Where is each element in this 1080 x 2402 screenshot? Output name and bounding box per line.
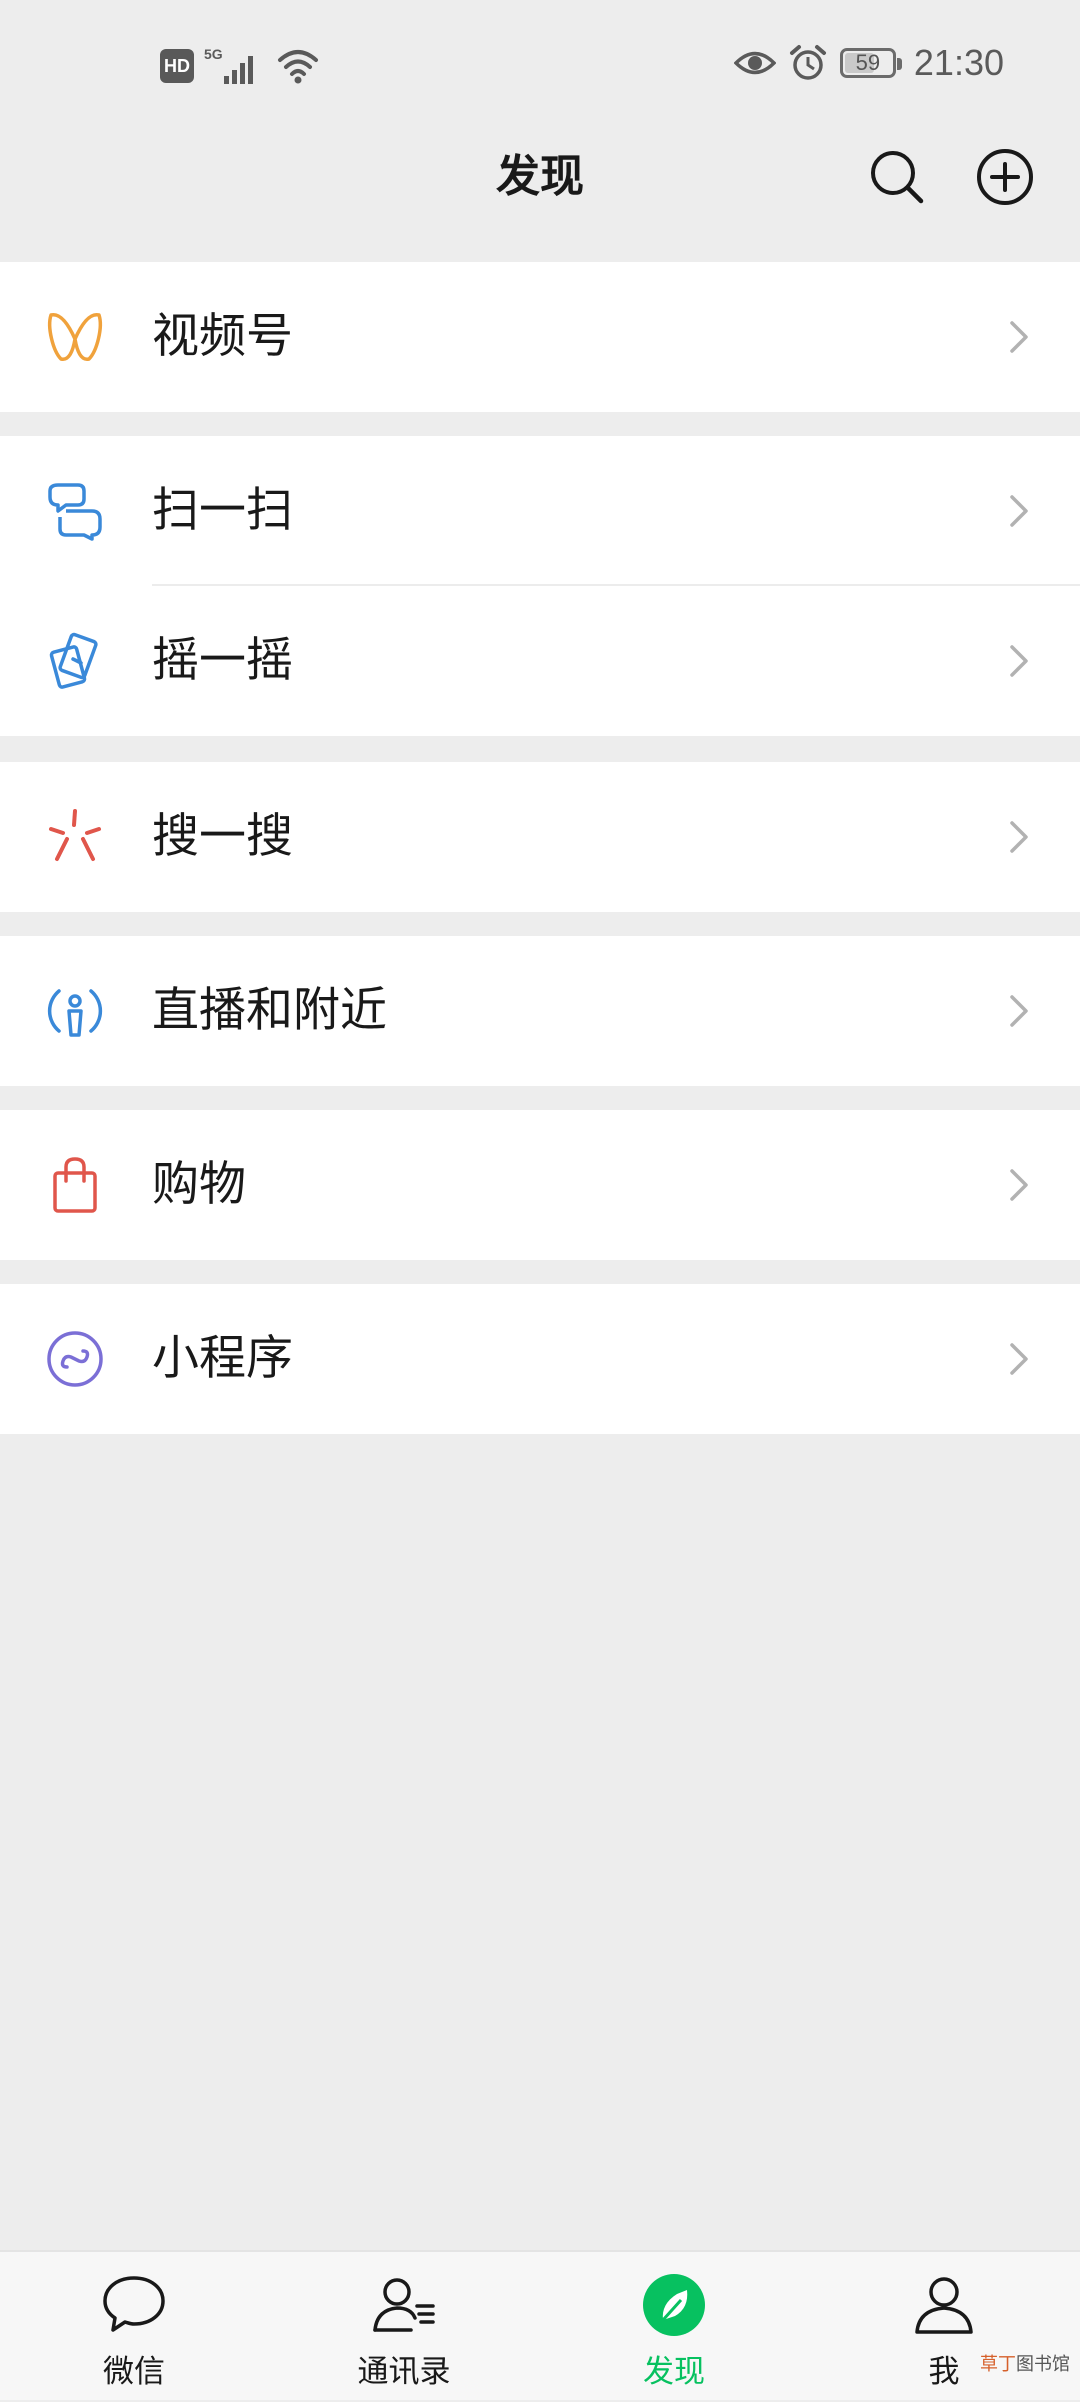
- tab-me[interactable]: 我: [844, 2252, 1044, 2402]
- menu-item-label: 视频号: [152, 309, 293, 364]
- menu-item-channels[interactable]: 视频号: [0, 262, 1080, 412]
- search-icon[interactable]: [866, 146, 928, 208]
- menu-item-search[interactable]: 搜一搜: [0, 762, 1080, 912]
- battery-icon: 59: [839, 48, 902, 78]
- status-bar: HD 5G 59 21:30: [0, 0, 1080, 136]
- tab-discover[interactable]: 发现: [574, 2252, 774, 2402]
- menu-item-mini-programs[interactable]: 小程序: [0, 1284, 1080, 1434]
- tab-chats[interactable]: 微信: [34, 2252, 234, 2402]
- menu-item-label: 小程序: [152, 1331, 293, 1386]
- tab-contacts[interactable]: 通讯录: [304, 2252, 504, 2402]
- signal-5g-icon: 5G: [204, 46, 253, 84]
- menu-item-scan[interactable]: 扫一扫: [0, 436, 1080, 586]
- group-live-nearby: 直播和附近: [0, 936, 1080, 1086]
- scan-icon: [44, 483, 106, 541]
- tab-label: 微信: [103, 2354, 165, 2390]
- group-mini-programs: 小程序: [0, 1284, 1080, 1434]
- battery-level: 59: [855, 50, 881, 75]
- tab-label: 通讯录: [357, 2354, 451, 2390]
- shopping-bag-icon: [44, 1157, 106, 1213]
- alarm-icon: [789, 45, 826, 80]
- person-icon: [915, 2277, 973, 2334]
- watermark-brand: 草丁: [980, 2354, 1016, 2375]
- search-sparkle-icon: [44, 809, 106, 865]
- status-right: 59 21:30: [733, 42, 1004, 84]
- header: 发现: [0, 136, 1080, 262]
- tab-label: 发现: [643, 2354, 705, 2390]
- chevron-right-icon: [1010, 645, 1028, 677]
- channels-icon: [44, 309, 106, 365]
- menu-item-shake[interactable]: 摇一摇: [0, 586, 1080, 736]
- menu-item-label: 直播和附近: [152, 983, 387, 1038]
- contacts-icon: [373, 2278, 435, 2332]
- chat-bubble-icon: [103, 2276, 165, 2332]
- watermark: 草丁图书馆: [980, 2350, 1070, 2376]
- hd-badge: HD: [160, 49, 194, 83]
- chevron-right-icon: [1010, 1343, 1028, 1375]
- group-channels: 视频号: [0, 262, 1080, 412]
- menu-item-label: 摇一摇: [152, 633, 293, 688]
- clock: 21:30: [913, 42, 1004, 83]
- menu-item-label: 扫一扫: [152, 483, 293, 538]
- menu-item-label: 搜一搜: [152, 809, 293, 864]
- eye-icon: [733, 51, 776, 75]
- status-left: HD 5G: [160, 46, 320, 86]
- chevron-right-icon: [1010, 495, 1028, 527]
- menu-item-shopping[interactable]: 购物: [0, 1110, 1080, 1260]
- chevron-right-icon: [1010, 821, 1028, 853]
- chevron-right-icon: [1010, 1169, 1028, 1201]
- group-shopping: 购物: [0, 1110, 1080, 1260]
- menu-item-live-nearby[interactable]: 直播和附近: [0, 936, 1080, 1086]
- wifi-icon: [278, 50, 318, 84]
- live-nearby-icon: [44, 983, 106, 1039]
- group-scan-shake: 扫一扫 摇一摇: [0, 436, 1080, 736]
- plus-circle-icon[interactable]: [974, 146, 1036, 208]
- tab-bar: 微信 通讯录 发现 我: [0, 2250, 1080, 2400]
- mini-program-icon: [44, 1331, 106, 1387]
- watermark-suffix: 图书馆: [1016, 2354, 1070, 2375]
- compass-icon: [643, 2274, 705, 2336]
- chevron-right-icon: [1010, 995, 1028, 1027]
- network-type-label: 5G: [204, 46, 223, 62]
- chevron-right-icon: [1010, 321, 1028, 353]
- group-search: 搜一搜: [0, 762, 1080, 912]
- shake-icon: [44, 632, 106, 689]
- menu-item-label: 购物: [152, 1157, 246, 1212]
